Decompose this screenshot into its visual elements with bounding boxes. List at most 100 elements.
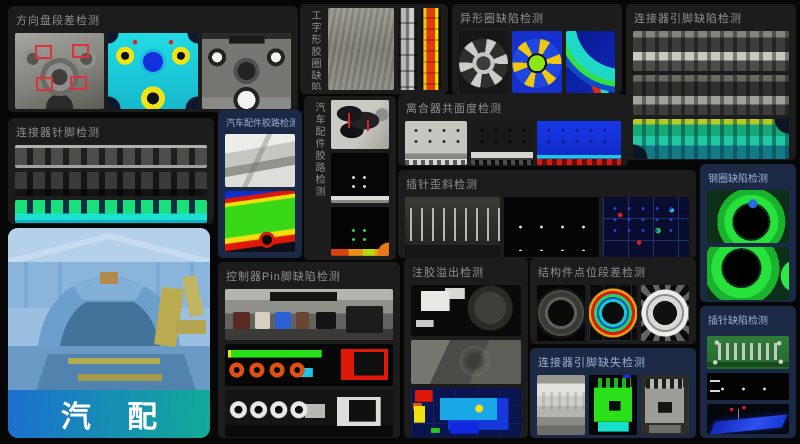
thumb-stack [707, 190, 789, 300]
part-threshold-image [411, 285, 521, 336]
panel-pin-skew: 插针歪斜检测 [398, 170, 696, 258]
panel-glue-path-b: 汽车配件胶路检测 [304, 96, 396, 260]
gear-hub-gray [459, 31, 508, 93]
panel-shaped-ring: 异形圈缺陷检测 [452, 4, 622, 94]
rubber-surface-photo [328, 8, 394, 90]
dot-grid [712, 377, 784, 397]
clutch-strip-heatmap [537, 121, 621, 165]
panel-connector-lead-missing: 连接器引脚缺失检测 [530, 348, 696, 438]
panel-steel-ring-defect: 钢圈缺陷检测 [700, 164, 796, 302]
panel-title: 离合器共面度检测 [406, 100, 621, 116]
ring-heatmap-green-alt [707, 247, 789, 300]
thumb-stack [633, 31, 789, 159]
defect-marker-box [35, 45, 52, 59]
panel-title: 插针歪斜检测 [406, 176, 689, 192]
connector-socket [296, 312, 309, 329]
panel-connector-lead-defect: 连接器引脚缺陷检测 [626, 4, 796, 160]
thumb-row [537, 285, 689, 341]
panel-structural-point-step: 结构件点位段差检测 [530, 258, 696, 344]
ring-color-heatmap [589, 285, 637, 341]
curved-part-heatmap [566, 31, 615, 93]
defect-marker-box [70, 76, 87, 90]
connector-strip-heatmap [15, 200, 207, 223]
ring-dark-photo [537, 285, 585, 341]
connector-socket [275, 312, 290, 329]
connector-photo-dark [633, 75, 789, 115]
thumb-stack [225, 289, 393, 437]
thumb-row [459, 31, 615, 93]
brand-caption-text: 汽 配 [61, 392, 171, 436]
connector-heatmap [633, 119, 789, 159]
part-edge-photo [225, 134, 295, 187]
thumb-stack: 插针缺陷检测 [707, 310, 789, 434]
panel-glue-overflow: 注胶溢出检测 [404, 258, 528, 438]
dot-pattern-heatmap [331, 207, 389, 256]
connector-socket [316, 312, 336, 329]
thumb-row [537, 375, 689, 435]
panel-title: 汽车配件胶路检测 [226, 116, 295, 129]
thumb-row [405, 197, 689, 257]
dot-grid [409, 125, 464, 149]
clutch-strip-dark [471, 121, 533, 165]
panel-pin-defect: 插针缺陷检测 [700, 306, 796, 438]
thumb-stack [411, 285, 521, 437]
thumb-stack [225, 134, 295, 252]
dot-grid [348, 173, 374, 188]
gear-hub-heatmap [512, 31, 561, 93]
strip-heatmap [421, 8, 441, 90]
connector-socket [233, 312, 250, 329]
connector-socket [346, 306, 383, 332]
glue-trace-marker [367, 120, 369, 131]
pins-photo [405, 197, 500, 257]
panel-title: 异形圈缺陷检测 [460, 10, 615, 26]
thumb-row [405, 121, 621, 165]
connector-white-photo [537, 375, 585, 435]
defect-marker-box [36, 77, 53, 91]
connector-photo [633, 31, 789, 71]
pin-dot-rows [707, 373, 789, 400]
factory-assembly-line-photo [8, 228, 210, 390]
controller-threshold-image [225, 390, 393, 437]
thumb-stack [331, 100, 389, 256]
panel-steering-step: 方向盘段差检测 [8, 6, 298, 112]
panel-title-vertical: 工字形胶圈缺陷检测 [307, 10, 322, 90]
pcb-pins-photo [707, 336, 789, 369]
brand-card: 汽 配 [8, 228, 210, 438]
brand-caption-band: 汽 配 [8, 390, 210, 438]
pointcloud-plane [709, 415, 787, 434]
part-gray-photo [411, 340, 521, 384]
panel-clutch-coplanarity: 离合器共面度检测 [398, 94, 628, 166]
ring-heatmap-green [707, 190, 789, 243]
connector-gray-render [641, 375, 689, 435]
thumb-stack [15, 145, 207, 223]
panel-glue-path-a: 汽车配件胶路检测 [218, 110, 302, 258]
connector-socket [255, 312, 270, 329]
glue-trace-marker [348, 113, 350, 128]
pin-tips-dark [504, 197, 599, 257]
panel-title: 注胶溢出检测 [412, 264, 521, 280]
panel-i-ring: 工字形胶圈缺陷检测 [300, 4, 448, 94]
panel-title: 连接器引脚缺陷检测 [634, 10, 789, 26]
shaft-strip-photo [398, 8, 416, 90]
connector-strip-photo [15, 145, 207, 168]
thumb-row [15, 33, 291, 109]
pointcloud-3d-view [707, 404, 789, 434]
panel-title: 结构件点位段差检测 [538, 264, 689, 280]
panel-connector-pin-check: 连接器针脚检测 [8, 118, 214, 224]
steering-wheel-gray-render [202, 33, 291, 109]
panel-title: 钢圈缺陷检测 [708, 170, 789, 185]
panel-title: 连接器针脚检测 [16, 124, 207, 140]
controller-board-photo [225, 289, 393, 340]
connector-green-heatmap [589, 375, 637, 435]
part-segmentation-heatmap [411, 388, 521, 437]
dot-grid [608, 203, 684, 236]
connector-strip-dark [15, 172, 207, 195]
panel-title-vertical: 汽车配件胶路检测 [311, 102, 326, 256]
panel-title: 控制器Pin脚缺陷检测 [226, 268, 393, 284]
steering-wheel-photo [15, 33, 104, 109]
gear-ring-gray [641, 285, 689, 341]
edge-contour-heatmap [225, 191, 295, 252]
clutch-strip-photo [405, 121, 467, 165]
panel-title: 插针缺陷检测 [708, 312, 789, 327]
dot-grid [475, 125, 530, 149]
